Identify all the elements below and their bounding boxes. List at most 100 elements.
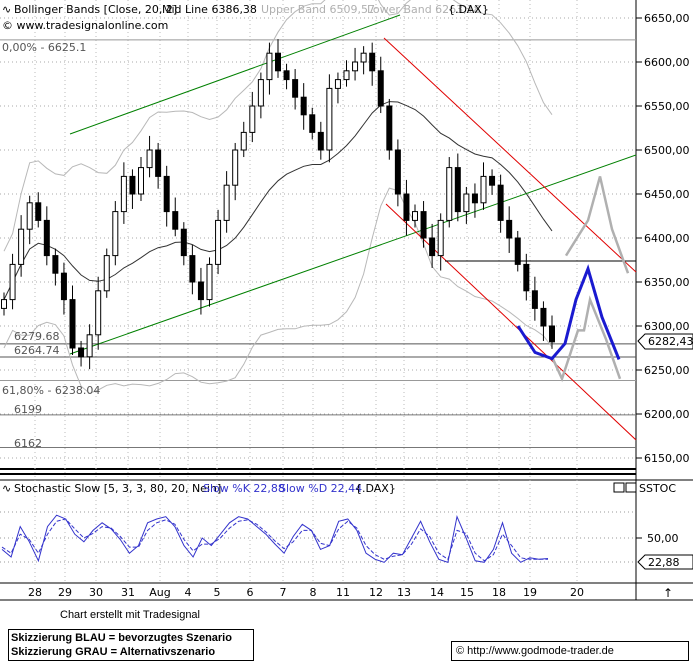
stoch-k-label: Slow %K 22,88 — [203, 482, 285, 495]
candle-body — [334, 79, 341, 89]
price-tick-label: 6450,00 — [644, 188, 690, 201]
created-by-text: Chart erstellt mit Tradesignal — [60, 609, 200, 621]
candle-body — [540, 307, 547, 327]
candle-body — [514, 237, 521, 265]
candle-body — [78, 347, 85, 358]
candle-body — [18, 228, 25, 265]
x-axis-label: 7 — [280, 586, 287, 599]
level-label-627968: 6279.68 — [14, 330, 60, 343]
stoch-icon: ∿ — [2, 482, 11, 495]
candle-body — [249, 105, 256, 133]
header-indicator-icon: ∿ — [2, 3, 11, 16]
candle-body — [454, 167, 461, 213]
level-label-fib0: 0,00% - 6625.1 — [2, 41, 86, 54]
candle-body — [9, 263, 16, 301]
candle-body — [129, 175, 136, 195]
x-axis-label: 15 — [460, 586, 474, 599]
x-axis-label: 14 — [430, 586, 444, 599]
source-box[interactable]: © http://www.godmode-trader.de — [451, 641, 689, 661]
candle-body — [480, 175, 487, 204]
candle-body — [180, 228, 187, 257]
header-upper-band: Upper Band 6509,57 — [261, 3, 375, 16]
candle-body — [69, 299, 76, 349]
header-midline: Mid Line 6386,38 — [162, 3, 257, 16]
candle-body — [1, 299, 7, 309]
price-tick-label: 6300,00 — [644, 320, 690, 333]
x-axis-label: 28 — [28, 586, 42, 599]
stoch-d-line — [1, 518, 548, 562]
candle-body — [215, 219, 222, 265]
candle-body — [377, 70, 384, 107]
candle-body — [489, 175, 496, 186]
price-axis-ticks: 6650,00 6600,00 6550,00 6500,00 6450,00 6400,… — [636, 12, 690, 465]
x-axis-label: 29 — [58, 586, 72, 599]
candle-body — [412, 211, 418, 221]
candle-body — [446, 167, 453, 221]
candle-body — [172, 211, 179, 230]
candle-body — [531, 290, 538, 309]
candle-body — [35, 202, 42, 221]
price-tick-label: 6150,00 — [644, 452, 690, 465]
stoch-minimize-button[interactable] — [613, 482, 625, 493]
candle-body — [223, 184, 230, 221]
level-label-626474: 6264.74 — [14, 344, 60, 357]
candle-body — [549, 325, 555, 343]
x-axis-label: 11 — [336, 586, 350, 599]
candle-body — [95, 290, 102, 336]
candle-body — [463, 193, 470, 213]
candle-body — [86, 334, 93, 358]
candle-body — [394, 149, 401, 195]
price-tick-label: 6200,00 — [644, 408, 690, 421]
header-website: © www.tradesignalonline.com — [2, 19, 168, 32]
price-tick-label: 6350,00 — [644, 276, 690, 289]
x-axis-label: 12 — [369, 586, 383, 599]
x-axis-label: 8 — [310, 586, 317, 599]
source-link[interactable]: © http://www.godmode-trader.de — [452, 645, 614, 657]
candle-body — [240, 131, 247, 151]
candle-body — [352, 61, 359, 72]
candle-body — [497, 184, 504, 221]
legend-grey: Skizzierung GRAU = Alternativszenario — [11, 646, 216, 658]
header-symbol: {.DAX} — [448, 3, 489, 16]
candle-body — [120, 175, 127, 213]
x-axis-label: 20 — [570, 586, 584, 599]
candle-body — [360, 52, 367, 63]
scroll-up-icon[interactable]: ↑ — [663, 586, 673, 600]
x-axis-label: Aug — [149, 586, 170, 599]
level-label-6199: 6199 — [14, 403, 42, 416]
candle-body — [103, 255, 110, 292]
price-tick-label: 6650,00 — [644, 12, 690, 25]
x-axis-label: 18 — [492, 586, 506, 599]
candle-body — [266, 52, 273, 81]
candle-body — [232, 149, 239, 186]
legend-blue: Skizzierung BLAU = bevorzugtes Szenario — [11, 632, 232, 644]
current-price-label: 6282,43 — [648, 335, 693, 348]
candle-body — [317, 131, 324, 151]
price-tick-label: 6550,00 — [644, 100, 690, 113]
candle-body — [292, 79, 299, 98]
candle-body — [300, 96, 307, 116]
candle-body — [429, 237, 436, 257]
candle-body — [112, 211, 119, 257]
price-tick-label: 6600,00 — [644, 56, 690, 69]
candle-body — [146, 149, 153, 169]
price-tick-label: 6500,00 — [644, 144, 690, 157]
candle-body — [369, 52, 376, 72]
chart-canvas: ∿ Bollinger Bands [Close, 20, 2] Mid Lin… — [0, 0, 693, 601]
candle-body — [309, 114, 316, 133]
candle-body — [60, 272, 67, 301]
stoch-k-line — [1, 514, 549, 563]
candle-body — [471, 193, 478, 204]
stoch-d-label: Slow %D 22,44 — [279, 482, 362, 495]
stoch-axis-50: 50,00 — [647, 532, 679, 545]
candle-body — [257, 79, 264, 107]
candle-body — [155, 149, 162, 177]
stoch-maximize-button[interactable] — [625, 482, 637, 493]
x-axis-label: 6 — [247, 586, 254, 599]
candle-body — [26, 202, 33, 230]
candle-body — [138, 167, 144, 195]
x-axis-label: 13 — [397, 586, 411, 599]
candle-body — [197, 281, 204, 301]
candle-body — [189, 255, 196, 283]
candle-body — [437, 219, 444, 257]
